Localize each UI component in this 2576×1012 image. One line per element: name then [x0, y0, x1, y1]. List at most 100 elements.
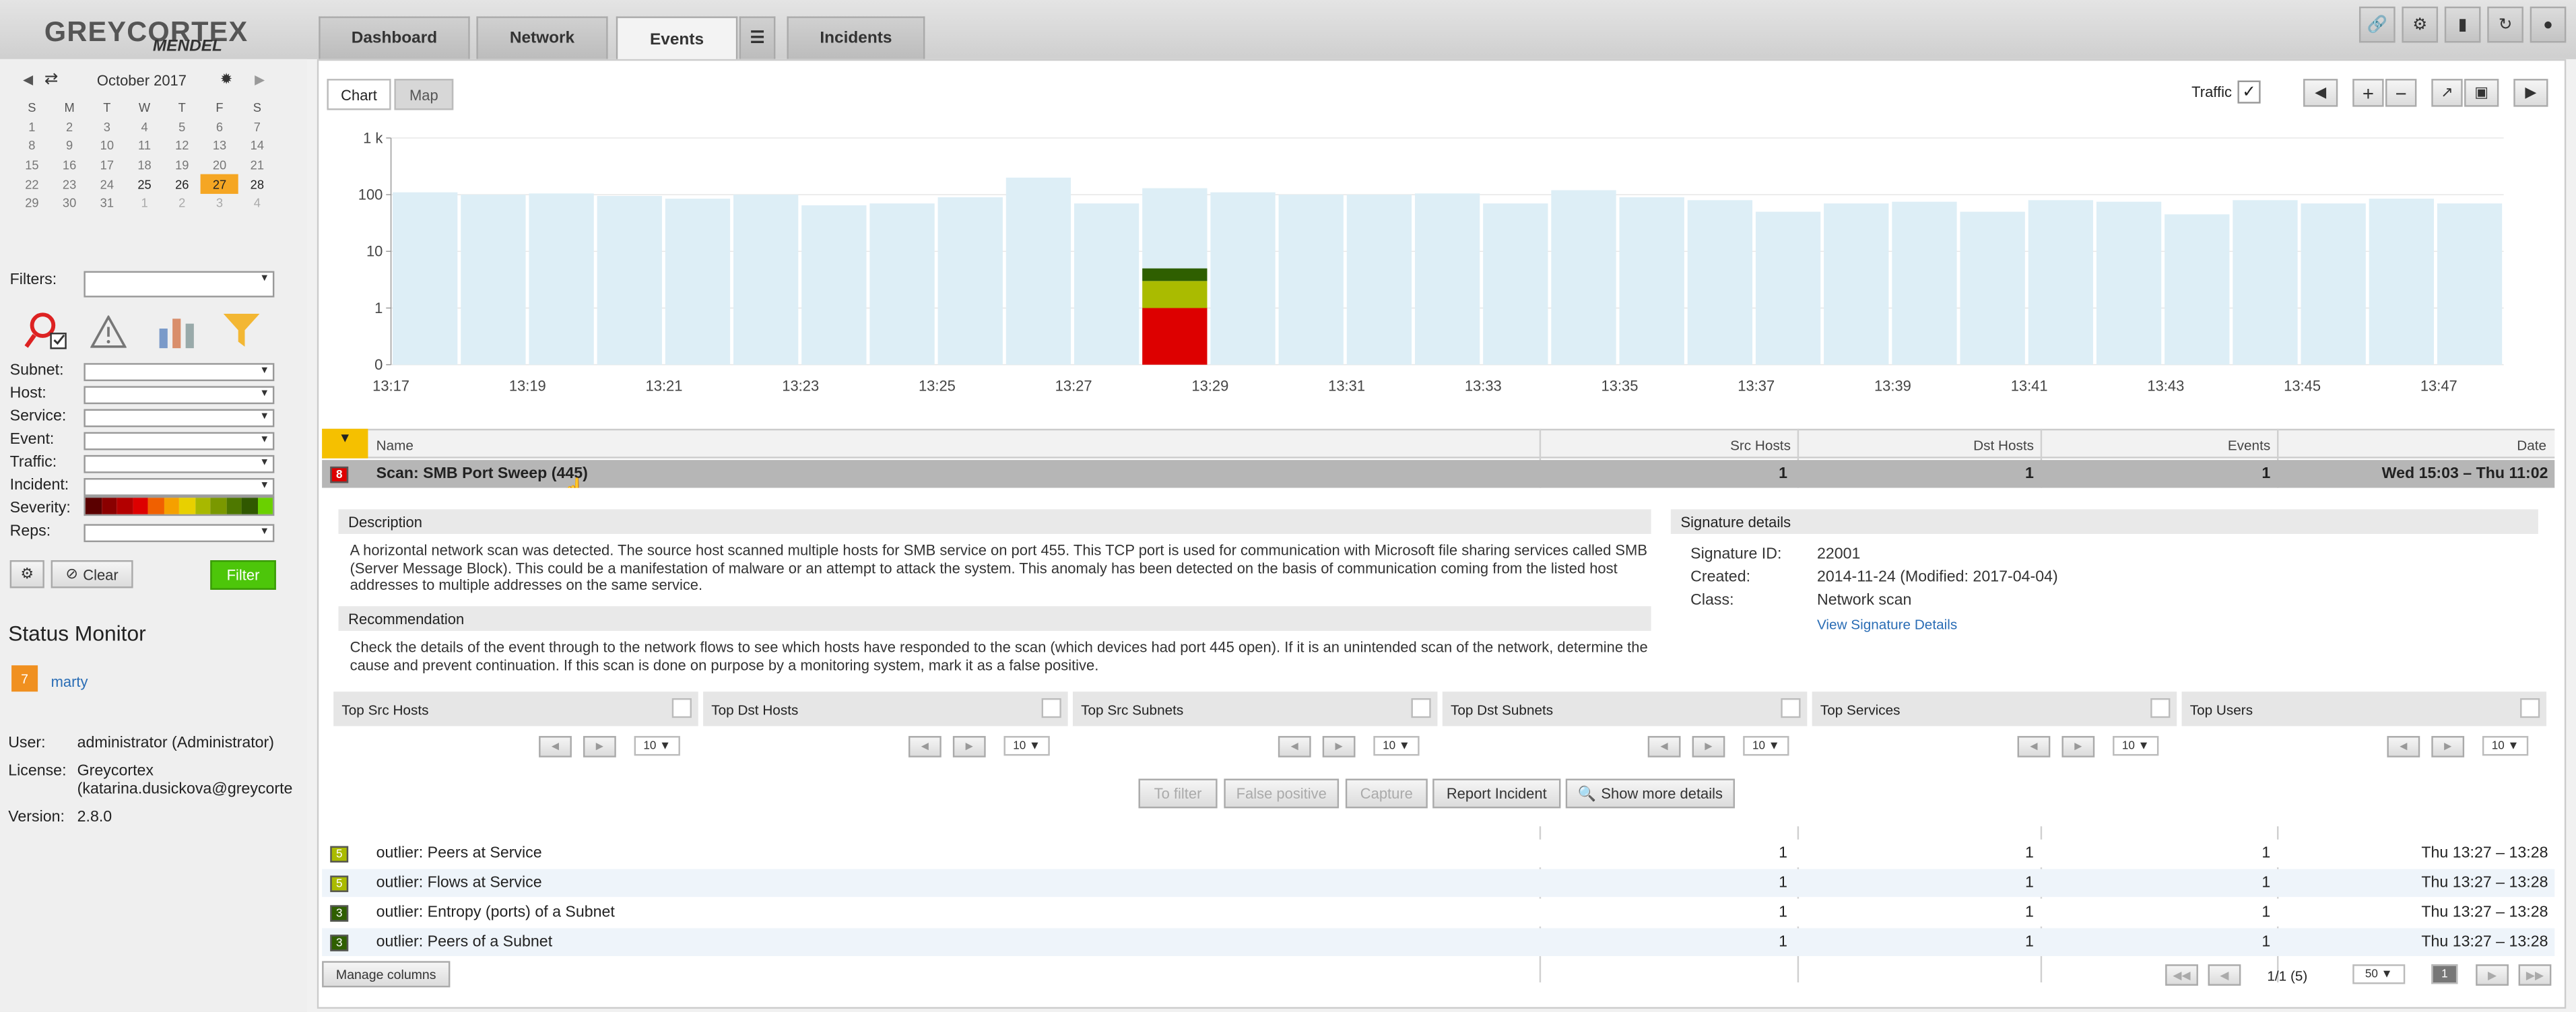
refresh-icon[interactable]: ↻ — [2487, 6, 2523, 43]
calendar-day[interactable]: 3 — [201, 194, 238, 213]
top-page-size[interactable]: 10 ▼ — [634, 736, 680, 756]
page-size-select[interactable]: 50 ▼ — [2352, 964, 2406, 984]
first-page-icon[interactable]: ◀◀ — [2165, 964, 2198, 986]
chart-next-icon[interactable]: ▶ — [2513, 79, 2548, 107]
top-page-size[interactable]: 10 ▼ — [1743, 736, 1789, 756]
filter-select[interactable] — [84, 386, 275, 405]
calendar-day[interactable]: 15 — [13, 156, 51, 174]
chart-prev-icon[interactable]: ◀ — [2303, 79, 2338, 107]
table-row[interactable]: 3 outlier: Entropy (ports) of a Subnet 1 1 1… — [322, 898, 2555, 927]
top-next-icon[interactable]: ▶ — [2061, 736, 2095, 757]
expand-chart-icon[interactable]: ↗ — [2431, 79, 2463, 107]
zoom-in-icon[interactable]: + — [2352, 79, 2384, 107]
traffic-checkbox[interactable]: ✓ — [2237, 80, 2261, 104]
calendar-day[interactable]: 1 — [13, 118, 51, 137]
col-dst-hosts[interactable]: Dst Hosts — [1870, 437, 2034, 453]
calendar-day[interactable]: 3 — [88, 118, 126, 137]
calendar-day[interactable]: 17 — [88, 156, 126, 174]
top-prev-icon[interactable]: ◀ — [539, 736, 572, 757]
calendar-day[interactable]: 22 — [13, 175, 51, 194]
current-page[interactable]: 1 — [2431, 964, 2458, 984]
calendar-day[interactable]: 16 — [51, 156, 88, 174]
tab-chart[interactable]: Chart — [327, 79, 391, 110]
image-export-icon[interactable]: ▣ — [2464, 79, 2499, 107]
show-more-details-button[interactable]: 🔍 Show more details — [1565, 778, 1736, 809]
calendar-day[interactable]: 18 — [126, 156, 164, 174]
false-positive-button[interactable]: False positive — [1224, 778, 1340, 809]
clear-button[interactable]: ⊘ Clear — [51, 560, 133, 588]
warning-icon[interactable] — [90, 314, 127, 348]
calendar-day[interactable]: 25 — [126, 175, 164, 194]
calendar-day[interactable]: 4 — [238, 194, 276, 213]
last-page-icon[interactable]: ▶▶ — [2518, 964, 2552, 986]
calendar-day[interactable]: 6 — [201, 118, 238, 137]
tab-events[interactable]: Events — [616, 16, 738, 61]
filter-select[interactable] — [84, 363, 275, 382]
events-chart[interactable]: 1 k100101013:17 13:19 13:21 13:23 13:25 13:27… — [322, 122, 2556, 401]
calendar-month[interactable]: October 2017 — [97, 72, 187, 88]
search-filter-icon[interactable] — [24, 310, 67, 350]
calendar-day[interactable]: 2 — [163, 194, 201, 213]
zoom-out-icon[interactable]: − — [2385, 79, 2417, 107]
severity-scale[interactable] — [84, 496, 275, 516]
calendar-day[interactable]: 9 — [51, 137, 88, 156]
calendar-day[interactable]: 29 — [13, 194, 51, 213]
settings-icon[interactable]: ⚙ — [9, 560, 44, 588]
calendar-day[interactable]: 23 — [51, 175, 88, 194]
swap-icon[interactable]: ⇄ — [44, 71, 58, 89]
prev-month-icon[interactable]: ◀ — [23, 72, 33, 87]
col-date[interactable]: Date — [2382, 437, 2546, 453]
top-next-icon[interactable]: ▶ — [2431, 736, 2465, 757]
calendar-day[interactable]: 28 — [238, 175, 276, 194]
link-icon[interactable]: 🔗 — [2358, 6, 2396, 43]
next-month-icon[interactable]: ▶ — [255, 72, 265, 87]
calendar-day[interactable]: 24 — [88, 175, 126, 194]
tab-map[interactable]: Map — [394, 79, 454, 110]
calendar-day[interactable]: 21 — [238, 156, 276, 174]
tab-incidents[interactable]: Incidents — [787, 16, 925, 59]
calendar-day[interactable]: 13 — [201, 137, 238, 156]
top-panel-checkbox[interactable] — [1411, 698, 1431, 718]
calendar-day[interactable]: 26 — [163, 175, 201, 194]
top-next-icon[interactable]: ▶ — [1322, 736, 1356, 757]
view-signature-link[interactable]: View Signature Details — [1817, 616, 1957, 632]
calendar-settings-icon[interactable]: ✹ — [220, 71, 232, 89]
tab-dashboard[interactable]: Dashboard — [319, 16, 470, 59]
filter-select[interactable] — [84, 478, 275, 496]
calendar-day[interactable]: 5 — [163, 118, 201, 137]
top-prev-icon[interactable]: ◀ — [908, 736, 942, 757]
calendar-day[interactable]: 30 — [51, 194, 88, 213]
top-prev-icon[interactable]: ◀ — [1647, 736, 1681, 757]
chart-icon[interactable] — [156, 315, 199, 349]
calendar-day[interactable]: 7 — [238, 118, 276, 137]
table-row[interactable]: 3 outlier: Peers of a Subnet 1 1 1 Thu 13:27 … — [322, 928, 2555, 957]
calendar-day[interactable]: 19 — [163, 156, 201, 174]
top-next-icon[interactable]: ▶ — [583, 736, 616, 757]
calendar-day[interactable]: 31 — [88, 194, 126, 213]
filter-select[interactable] — [84, 454, 275, 473]
top-page-size[interactable]: 10 ▼ — [2113, 736, 2159, 756]
calendar-day[interactable]: 20 — [201, 156, 238, 174]
menu-icon[interactable]: ☰ — [739, 16, 776, 59]
col-src-hosts[interactable]: Src Hosts — [1626, 437, 1791, 453]
col-events[interactable]: Events — [2106, 437, 2270, 453]
top-prev-icon[interactable]: ◀ — [2387, 736, 2420, 757]
filter-select[interactable] — [84, 409, 275, 428]
table-row[interactable]: 5 outlier: Flows at Service 1 1 1 Thu 13:27 –… — [322, 869, 2555, 898]
filter-select[interactable] — [84, 524, 275, 543]
top-panel-checkbox[interactable] — [1781, 698, 1801, 718]
stats-icon[interactable]: ▮ — [2444, 6, 2481, 43]
top-next-icon[interactable]: ▶ — [952, 736, 986, 757]
top-page-size[interactable]: 10 ▼ — [1373, 736, 1420, 756]
user-icon[interactable]: ● — [2530, 6, 2567, 43]
calendar-day[interactable]: 11 — [126, 137, 164, 156]
calendar-day[interactable]: 27 — [201, 174, 238, 194]
tab-network[interactable]: Network — [476, 16, 608, 59]
top-page-size[interactable]: 10 ▼ — [1003, 736, 1050, 756]
top-page-size[interactable]: 10 ▼ — [2482, 736, 2529, 756]
selected-event-row[interactable]: 8 Scan: SMB Port Sweep (445) 1 1 1 Wed 1… — [322, 460, 2555, 488]
filters-select[interactable] — [84, 271, 275, 298]
top-panel-checkbox[interactable] — [671, 698, 692, 718]
calendar-day[interactable]: 14 — [238, 137, 276, 156]
calendar-day[interactable]: 10 — [88, 137, 126, 156]
